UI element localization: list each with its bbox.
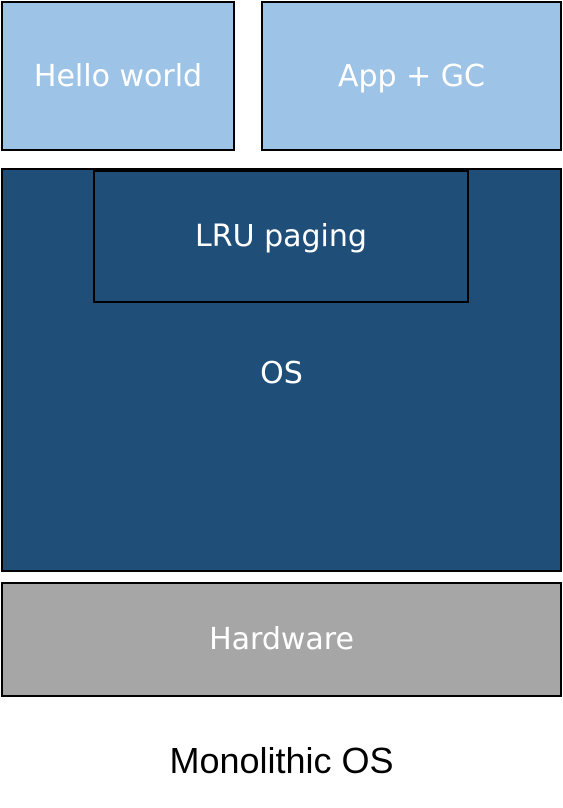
lru-paging-label: LRU paging — [195, 219, 367, 254]
hardware-box: Hardware — [1, 582, 562, 697]
app-gc-box: App + GC — [261, 1, 562, 151]
app-gc-label: App + GC — [337, 58, 485, 94]
lru-paging-box: LRU paging — [93, 170, 469, 303]
diagram-caption: Monolithic OS — [169, 740, 394, 781]
hello-world-label: Hello world — [33, 58, 203, 94]
hello-world-app-box: Hello world — [1, 1, 235, 151]
os-label: OS — [260, 356, 303, 391]
hardware-label: Hardware — [209, 622, 354, 657]
